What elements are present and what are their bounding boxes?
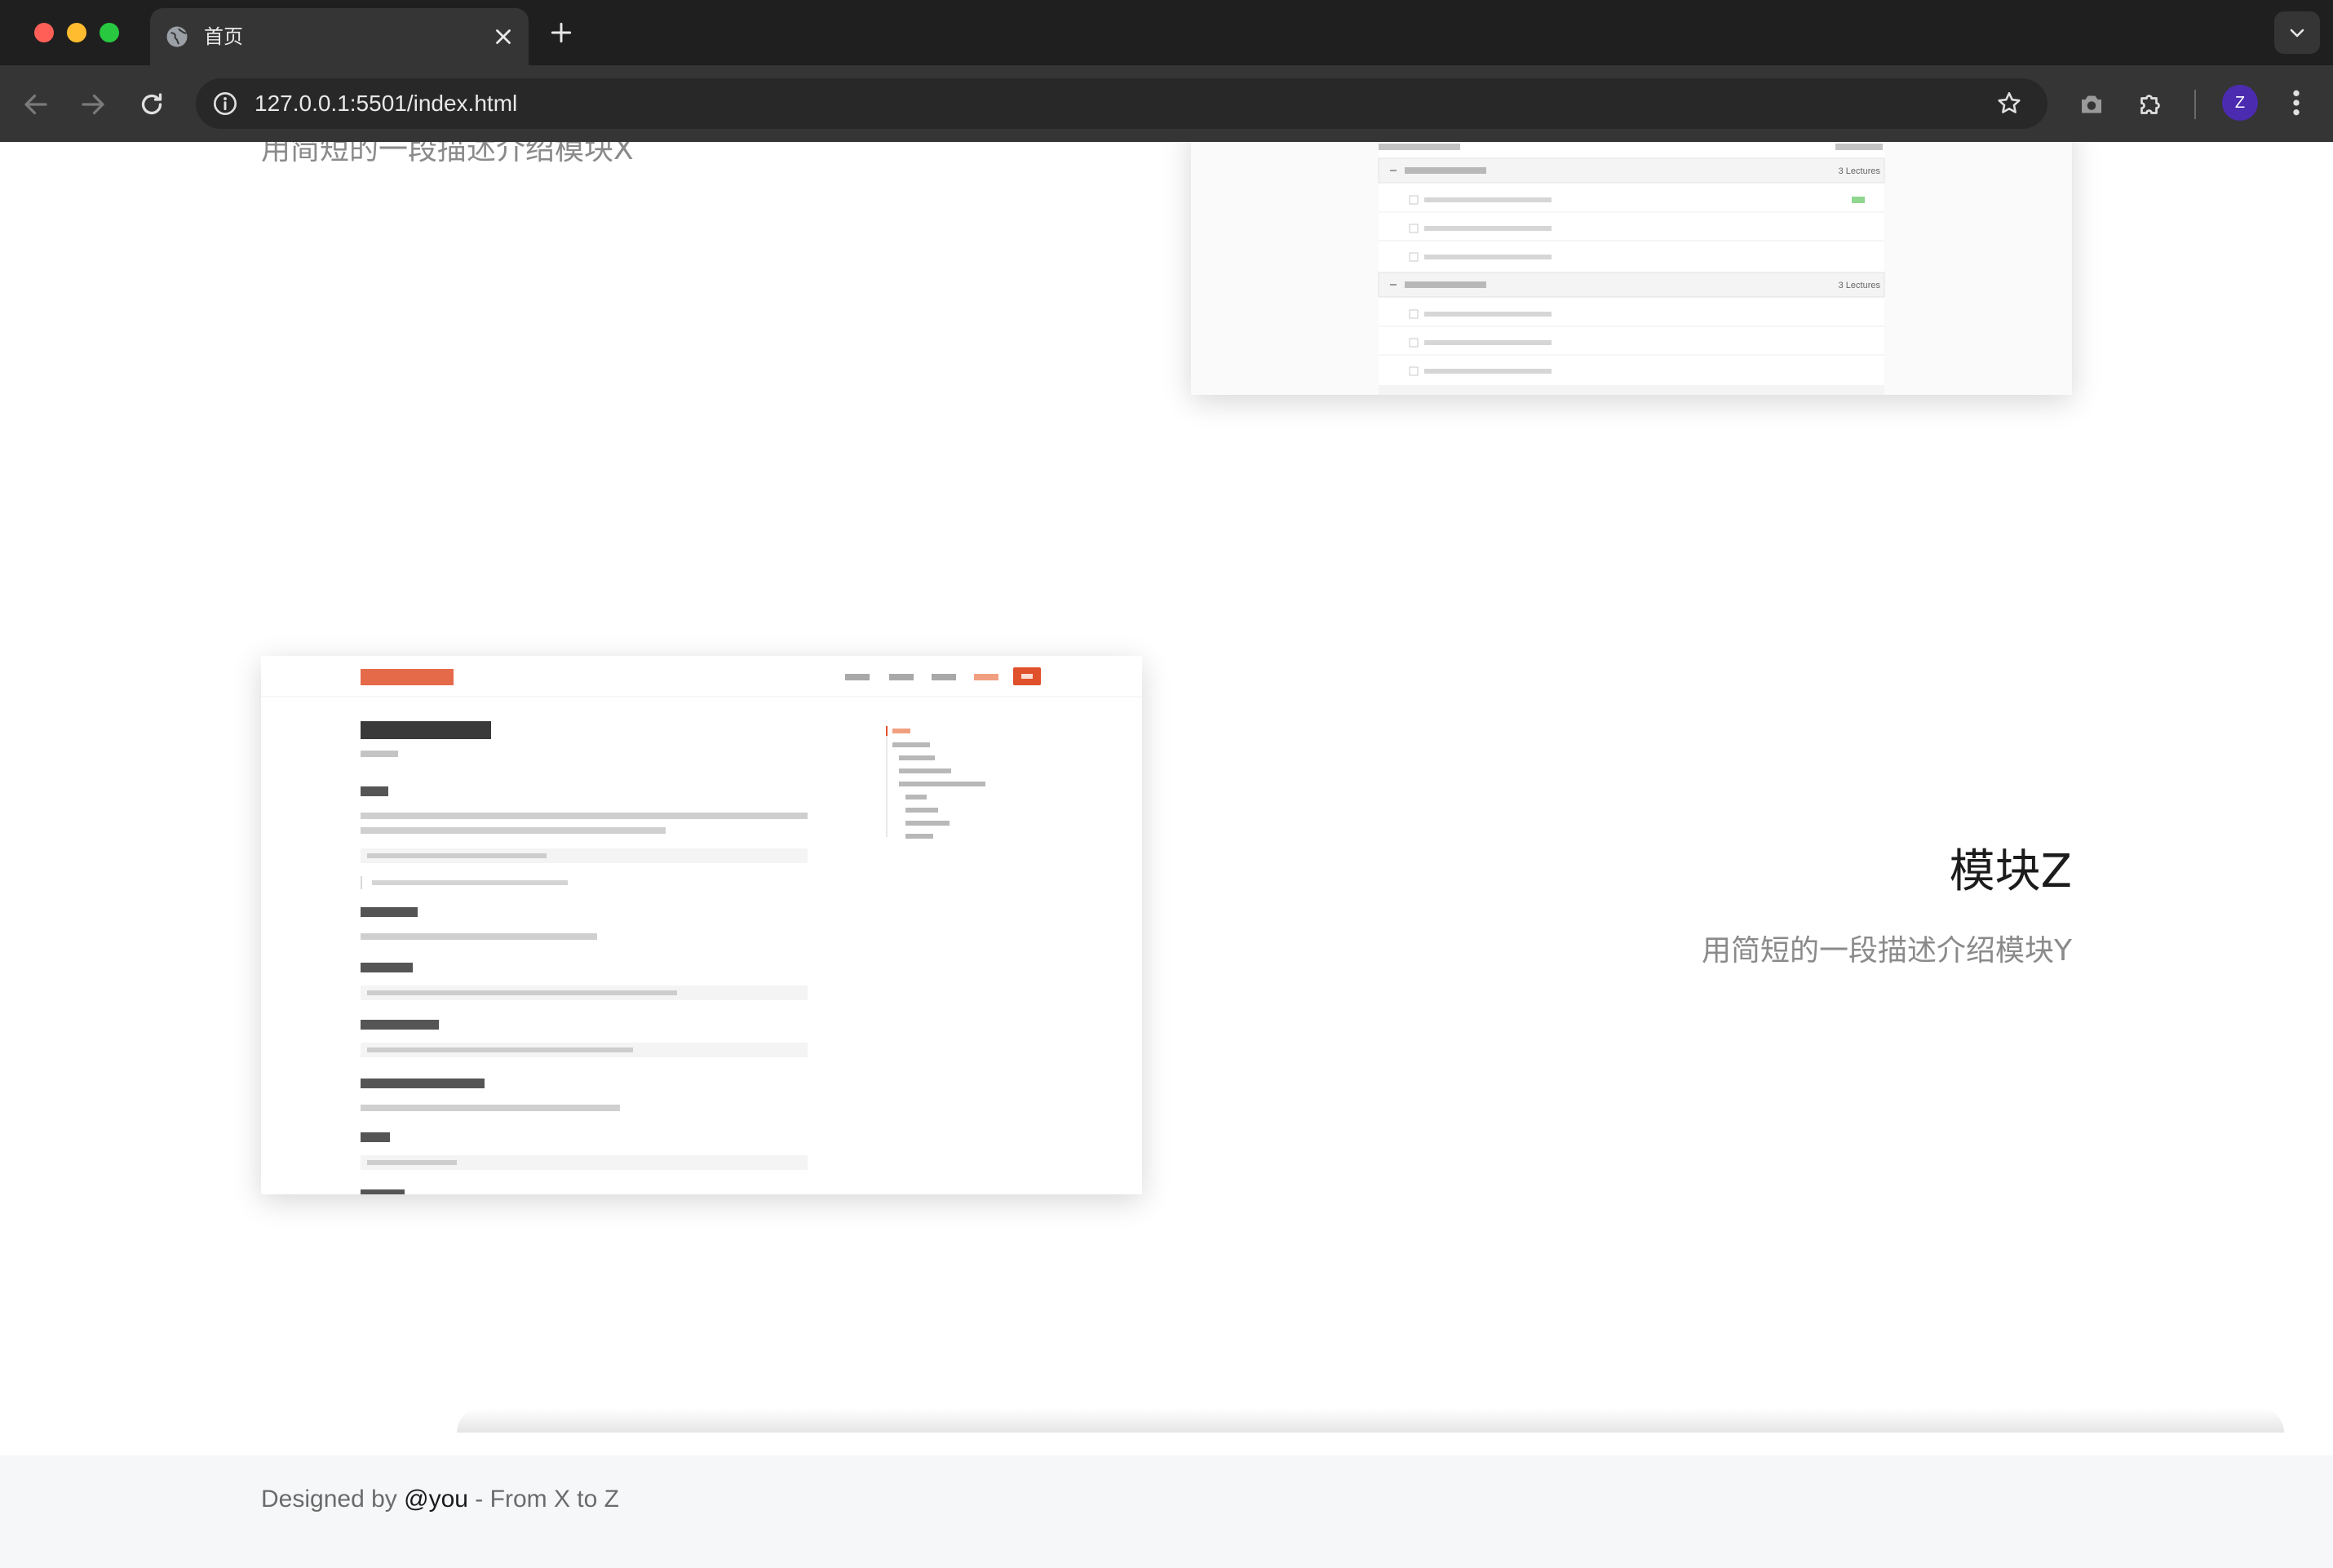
module-x-preview-image: 3 Lectures 3 Lectures	[1191, 142, 2072, 395]
close-tab-icon[interactable]	[491, 24, 516, 49]
section-1-count: 3 Lectures	[1839, 166, 1881, 176]
bookmark-star-icon[interactable]	[1995, 90, 2023, 117]
close-window-button[interactable]	[34, 23, 54, 42]
tab-search-button[interactable]	[2274, 11, 2320, 54]
module-x-description: 用简短的一段描述介绍模块X	[261, 142, 634, 166]
reload-icon[interactable]	[137, 90, 166, 119]
chevron-down-icon	[2290, 29, 2304, 38]
new-tab-icon[interactable]	[548, 20, 574, 46]
minimize-window-button[interactable]	[67, 23, 86, 42]
browser-toolbar: 127.0.0.1:5501/index.html	[0, 65, 2333, 142]
back-arrow-icon[interactable]	[21, 90, 51, 119]
url-text[interactable]: 127.0.0.1:5501/index.html	[255, 90, 517, 117]
window-bottom-shadow	[457, 1408, 2284, 1433]
footer-handle-link[interactable]: @you	[404, 1486, 468, 1513]
module-z-preview-image	[261, 656, 1142, 1194]
footer-suffix: - From X to Z	[475, 1486, 619, 1513]
footer-credit: Designed by @you - From X to Z	[261, 1485, 619, 1514]
address-bar[interactable]: 127.0.0.1:5501/index.html	[196, 78, 2047, 129]
globe-icon	[166, 26, 188, 47]
more-menu-icon[interactable]	[2284, 86, 2309, 119]
browser-tab-bar: 首页	[0, 0, 2333, 65]
tab-title: 首页	[204, 25, 243, 48]
site-info-icon[interactable]	[212, 91, 238, 117]
maximize-window-button[interactable]	[100, 23, 119, 42]
footer-prefix: Designed by	[261, 1486, 397, 1513]
module-z-title: 模块Z	[1949, 845, 2072, 898]
screenshot-camera-icon[interactable]	[2077, 90, 2106, 119]
profile-avatar[interactable]: Z	[2222, 85, 2258, 121]
browser-tab[interactable]: 首页	[150, 8, 529, 65]
extensions-puzzle-icon[interactable]	[2136, 90, 2165, 119]
section-2-count: 3 Lectures	[1839, 281, 1881, 290]
module-z-description: 用简短的一段描述介绍模块Y	[1702, 934, 2072, 968]
page-viewport: 用简短的一段描述介绍模块X 3 Lectures 3 Lectures 模块Z …	[0, 142, 2333, 1568]
page-footer: Designed by @you - From X to Z	[0, 1455, 2333, 1568]
forward-arrow-icon[interactable]	[78, 90, 108, 119]
toolbar-divider	[2194, 90, 2196, 119]
